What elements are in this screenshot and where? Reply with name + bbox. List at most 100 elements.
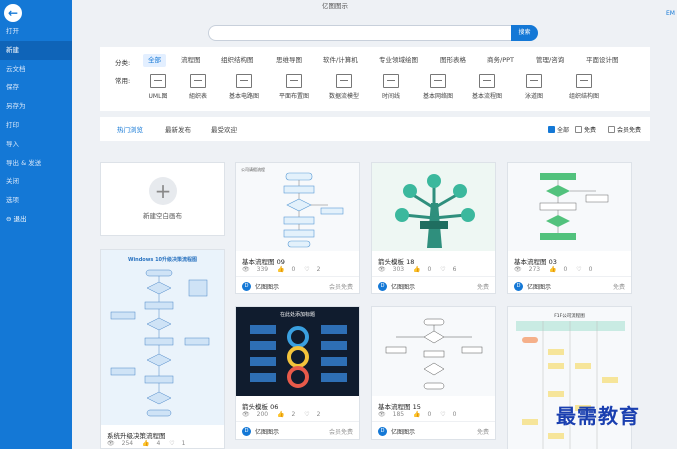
brand-name: 亿图图示 [391, 429, 416, 436]
search-input[interactable] [208, 25, 511, 41]
template-card[interactable]: 公司请假流程 基本流程图 09 👁 339 👍 0 ♡ 2 D 亿图图示 会员免费 [235, 162, 360, 294]
category-professional[interactable]: 专业领域绘图 [379, 54, 418, 67]
likes-count: 4 [156, 440, 161, 447]
table-icon [190, 74, 206, 88]
common-floor-plan[interactable]: 平面布置图 [270, 74, 318, 100]
filter-member-free-label: 会员免费 [617, 127, 642, 134]
views-count: 339 [256, 266, 269, 273]
common-data-flow[interactable]: 数据流模型 [320, 74, 368, 100]
sidebar-item-import[interactable]: 导入 [0, 135, 72, 154]
sidebar-item-exit[interactable]: ⊖ 退出 [0, 210, 72, 229]
sidebar-item-save-as[interactable]: 另存为 [0, 97, 72, 116]
template-stats: 👁 273 👍 0 ♡ 0 [514, 266, 599, 273]
flowchart-icon [479, 74, 495, 88]
template-thumbnail: 在此处添加标题 [236, 307, 359, 396]
sort-tab-hot[interactable]: 热门浏览 [117, 124, 143, 134]
search-button[interactable]: 搜索 [511, 25, 538, 41]
template-card[interactable]: 基本流程图 03 👁 273 👍 0 ♡ 0 D 亿图图示 免费 [507, 162, 632, 294]
category-business-ppt[interactable]: 商务/PPT [487, 54, 514, 67]
common-network[interactable]: 基本网络图 [414, 74, 462, 100]
category-mindmap[interactable]: 思维导图 [276, 54, 302, 67]
template-card[interactable]: 在此处添加标题 箭头模板 06 👁 200 👍 2 ♡ 2 D 亿图图示 会员免费 [235, 306, 360, 440]
views-count: 273 [528, 266, 541, 273]
common-timeline[interactable]: 时间线 [367, 74, 415, 100]
heart-icon: ♡ [304, 411, 310, 418]
thumb-title: 在此处添加标题 [279, 312, 315, 318]
price-tag: 会员免费 [328, 429, 353, 436]
filter-free[interactable]: 免费 [575, 125, 596, 134]
template-thumbnail: 公司请假流程 [236, 163, 359, 251]
brand-name: 亿图图示 [255, 429, 280, 436]
likes-count: 0 [427, 411, 432, 418]
sidebar-item-cloud[interactable]: 云文档 [0, 60, 72, 79]
common-timeline-label: 时间线 [381, 93, 400, 100]
template-card[interactable]: Windows 10升级决策流程图 系统升级决策流程图 👁 254 👍 4 ♡ … [100, 249, 225, 449]
heart-icon: ♡ [440, 411, 446, 418]
likes-count: 2 [291, 411, 296, 418]
common-swimlane-label: 泳道图 [524, 93, 543, 100]
edraw-logo-icon: D [378, 427, 387, 436]
common-circuit[interactable]: 基本电路图 [220, 74, 268, 100]
filter-all[interactable]: 全部 [548, 125, 569, 134]
template-footer: D 亿图图示 会员免费 [236, 421, 359, 440]
common-org-table[interactable]: 組织表 [174, 74, 222, 100]
template-card[interactable]: 箭头模板 18 👁 303 👍 0 ♡ 6 D 亿图图示 免费 [371, 162, 496, 294]
category-graphic-table[interactable]: 图形表格 [440, 54, 466, 67]
brand-name: 亿图图示 [391, 284, 416, 291]
sidebar-item-export[interactable]: 导出 & 发送 [0, 154, 72, 173]
hearts-count: 1 [181, 440, 186, 447]
category-management[interactable]: 管理/咨询 [536, 54, 564, 67]
template-stats: 👁 254 👍 4 ♡ 1 [107, 440, 192, 447]
sidebar-item-print[interactable]: 打印 [0, 116, 72, 135]
common-org-chart[interactable]: 组织结构图 [560, 74, 608, 100]
price-tag: 免费 [476, 429, 489, 436]
sort-bar: 热门浏览 最新发布 最受欢迎 全部 免费 会员免费 [100, 117, 650, 141]
flowchart-thumbnail-graphic [385, 318, 483, 390]
price-tag: 会员免费 [328, 284, 353, 291]
template-footer: D 亿图图示 免费 [508, 276, 631, 295]
hearts-count: 0 [588, 266, 593, 273]
common-circuit-label: 基本电路图 [228, 93, 259, 100]
new-blank-label: 新建空白画布 [143, 212, 182, 220]
floor-plan-icon [286, 74, 302, 88]
sidebar-item-new[interactable]: 新建 [0, 40, 72, 60]
sidebar-item-options[interactable]: 选项 [0, 191, 72, 210]
template-thumbnail [372, 307, 495, 396]
uml-icon [150, 74, 166, 88]
new-blank-canvas-card[interactable]: + 新建空白画布 [100, 162, 225, 236]
views-count: 254 [121, 440, 134, 447]
category-label: 分类: [115, 59, 131, 67]
account-label[interactable]: EM [666, 10, 675, 17]
sort-tab-latest[interactable]: 最新发布 [165, 124, 191, 134]
template-card[interactable]: 基本流程图 15 👁 185 👍 0 ♡ 0 D 亿图图示 免费 [371, 306, 496, 440]
category-flowchart[interactable]: 流程图 [181, 54, 201, 67]
category-software[interactable]: 软件/计算机 [323, 54, 358, 67]
views-icon: 👁 [378, 411, 386, 418]
category-org-chart[interactable]: 组织结构图 [221, 54, 254, 67]
category-graphic-design[interactable]: 平面设计图 [586, 54, 619, 67]
like-icon: 👍 [277, 411, 285, 418]
views-icon: 👁 [107, 440, 115, 447]
thumb-title: Windows 10升级决策流程图 [127, 257, 198, 263]
data-flow-icon [336, 74, 352, 88]
common-basic-flow[interactable]: 基本流程图 [463, 74, 511, 100]
views-icon: 👁 [514, 266, 522, 273]
template-stats: 👁 339 👍 0 ♡ 2 [242, 266, 327, 273]
filter-all-label: 全部 [557, 127, 570, 134]
heart-icon: ♡ [576, 266, 582, 273]
views-count: 303 [392, 266, 405, 273]
thumb-title: F1F公司流程图 [554, 314, 585, 319]
sort-tab-popular[interactable]: 最受欢迎 [211, 124, 237, 134]
tree-thumbnail-graphic [395, 174, 475, 248]
flowchart-thumbnail-graphic [539, 173, 609, 240]
decision-flow-thumbnail-graphic [110, 269, 210, 417]
category-all[interactable]: 全部 [143, 54, 166, 67]
views-icon: 👁 [378, 266, 386, 273]
back-arrow-icon[interactable]: ← [4, 4, 22, 22]
sidebar-item-open[interactable]: 打开 [0, 22, 72, 41]
filter-member-free[interactable]: 会员免费 [608, 125, 641, 134]
sidebar-item-close[interactable]: 关闭 [0, 172, 72, 191]
arrow-thumbnail-graphic [250, 325, 347, 388]
common-swimlane[interactable]: 泳道图 [510, 74, 558, 100]
sidebar-item-save[interactable]: 保存 [0, 78, 72, 97]
